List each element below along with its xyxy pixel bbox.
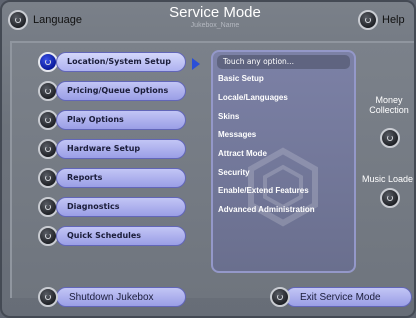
diagnostics-knob-icon[interactable] [38,197,58,217]
shutdown-label: Shutdown Jukebox [69,292,154,303]
language-knob-icon[interactable] [8,10,28,30]
menu-item-play-options[interactable]: Play Options [56,110,186,130]
options-prompt: Touch any option... [217,55,350,69]
option-locale-languages[interactable]: Locale/Languages [218,93,288,102]
menu-item-location-system-setup[interactable]: Location/System Setup [56,52,186,72]
location-knob-icon[interactable] [38,52,58,72]
menu-item-hardware-setup[interactable]: Hardware Setup [56,139,186,159]
music-load-label: Music Loade [362,174,414,184]
menu-item-label: Quick Schedules [67,231,142,240]
menu-item-reports[interactable]: Reports [56,168,186,188]
menu-item-label: Reports [67,173,103,182]
exit-knob-icon[interactable] [270,287,290,307]
menu-item-diagnostics[interactable]: Diagnostics [56,197,186,217]
exit-service-mode-button[interactable]: Exit Service Mode [285,287,412,307]
options-panel: Touch any option... Basic Setup Locale/L… [211,50,356,273]
pricing-knob-icon[interactable] [38,81,58,101]
music-load-knob-icon[interactable] [380,188,400,208]
menu-item-quick-schedules[interactable]: Quick Schedules [56,226,186,246]
menu-item-label: Hardware Setup [67,144,141,153]
page-title: Service Mode [169,4,261,21]
help-knob-icon[interactable] [358,10,378,30]
menu-item-pricing-queue-options[interactable]: Pricing/Queue Options [56,81,186,101]
jukebox-name: Jukebox_Name [190,22,240,29]
option-advanced-administration[interactable]: Advanced Administration [218,205,315,214]
menu-item-label: Diagnostics [67,202,120,211]
reports-knob-icon[interactable] [38,168,58,188]
option-enable-extend-features[interactable]: Enable/Extend Features [218,186,309,195]
option-messages[interactable]: Messages [218,130,256,139]
exit-label: Exit Service Mode [300,292,381,303]
play-knob-icon[interactable] [38,110,58,130]
menu-item-label: Location/System Setup [67,57,171,66]
money-collection-knob-icon[interactable] [380,128,400,148]
money-collection-label: Money Collection [369,95,409,115]
shutdown-jukebox-button[interactable]: Shutdown Jukebox [56,287,186,307]
language-label[interactable]: Language [33,14,82,26]
option-basic-setup[interactable]: Basic Setup [218,74,264,83]
shutdown-knob-icon[interactable] [38,287,58,307]
option-attract-mode[interactable]: Attract Mode [218,149,267,158]
option-skins[interactable]: Skins [218,112,239,121]
menu-item-label: Pricing/Queue Options [67,86,169,95]
schedules-knob-icon[interactable] [38,226,58,246]
option-security[interactable]: Security [218,168,250,177]
selected-arrow-icon [192,58,200,70]
menu-item-label: Play Options [67,115,124,124]
hardware-knob-icon[interactable] [38,139,58,159]
help-label[interactable]: Help [382,14,405,26]
